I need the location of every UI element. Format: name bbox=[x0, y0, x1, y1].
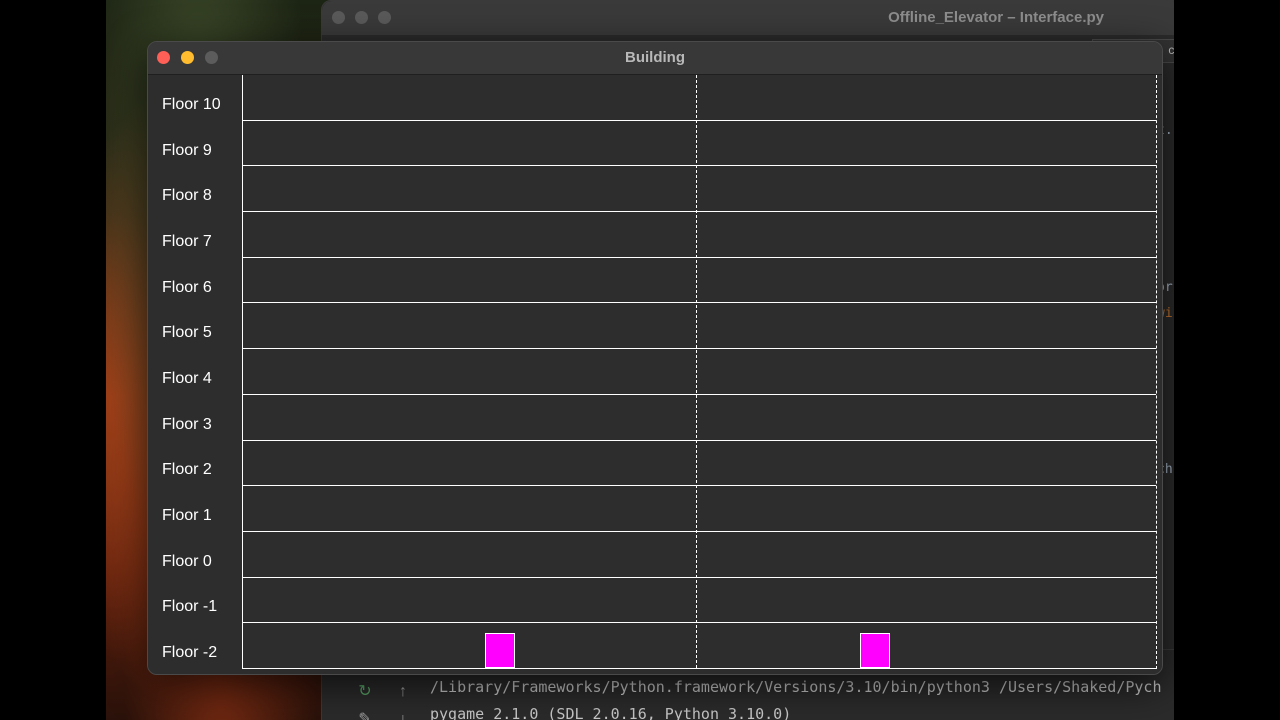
floor-label: Floor -1 bbox=[162, 598, 218, 616]
building-canvas: Floor 10 Floor 9 Floor 8 Floor 7 Floor 6 Floo… bbox=[148, 75, 1162, 674]
building-titlebar[interactable]: Building bbox=[148, 42, 1162, 75]
down-arrow-icon[interactable]: ↓ bbox=[394, 711, 412, 720]
floor-line bbox=[243, 530, 1156, 532]
elevator-shafts bbox=[242, 75, 1157, 669]
ide-maximize-button[interactable] bbox=[378, 11, 391, 24]
building-window: Building Floor 10 Floor 9 Floor 8 Floor 7 Fl… bbox=[147, 41, 1163, 675]
floor-line bbox=[243, 256, 1156, 258]
ide-window-controls bbox=[332, 11, 391, 24]
ide-window-title: Offline_Elevator – Interface.py bbox=[888, 9, 1104, 26]
floor-label: Floor 7 bbox=[162, 232, 212, 250]
window-title: Building bbox=[625, 49, 685, 66]
floor-label: Floor -2 bbox=[162, 644, 218, 662]
floor-label: Floor 10 bbox=[162, 95, 221, 113]
floor-label: Floor 4 bbox=[162, 370, 212, 387]
console-output-line: /Library/Frameworks/Python.framework/Ver… bbox=[430, 678, 1162, 696]
elevator-2 bbox=[859, 633, 890, 668]
floor-line bbox=[243, 439, 1156, 441]
console-output-line: pygame 2.1.0 (SDL 2.0.16, Python 3.10.0) bbox=[430, 705, 792, 720]
floor-line bbox=[243, 393, 1156, 395]
floor-label: Floor 3 bbox=[162, 415, 212, 433]
floor-line bbox=[243, 576, 1156, 578]
floor-label: Floor 6 bbox=[162, 278, 212, 296]
rerun-icon[interactable]: ↻ bbox=[356, 683, 374, 701]
desktop-screen: Offline_Elevator – Interface.py ce t. or… bbox=[106, 0, 1174, 720]
ide-titlebar[interactable]: Offline_Elevator – Interface.py bbox=[322, 1, 1174, 35]
floor-line bbox=[243, 348, 1156, 350]
wrench-icon[interactable]: ✎ bbox=[356, 711, 374, 720]
floor-line bbox=[243, 119, 1156, 121]
floor-line bbox=[243, 302, 1156, 304]
floor-line bbox=[243, 485, 1156, 487]
floor-line bbox=[243, 165, 1156, 167]
floor-label: Floor 0 bbox=[162, 552, 212, 570]
ide-minimize-button[interactable] bbox=[355, 11, 368, 24]
ide-close-button[interactable] bbox=[332, 11, 345, 24]
shaft-divider bbox=[695, 75, 697, 668]
floor-label: Floor 2 bbox=[162, 461, 212, 479]
floor-line bbox=[243, 211, 1156, 213]
floor-label: Floor 8 bbox=[162, 187, 212, 205]
floor-label: Floor 5 bbox=[162, 324, 212, 342]
floor-label: Floor 9 bbox=[162, 141, 212, 159]
up-arrow-icon[interactable]: ↑ bbox=[394, 683, 412, 701]
floor-label: Floor 1 bbox=[162, 507, 212, 525]
floor-line bbox=[243, 622, 1156, 624]
elevator-1 bbox=[485, 633, 515, 668]
